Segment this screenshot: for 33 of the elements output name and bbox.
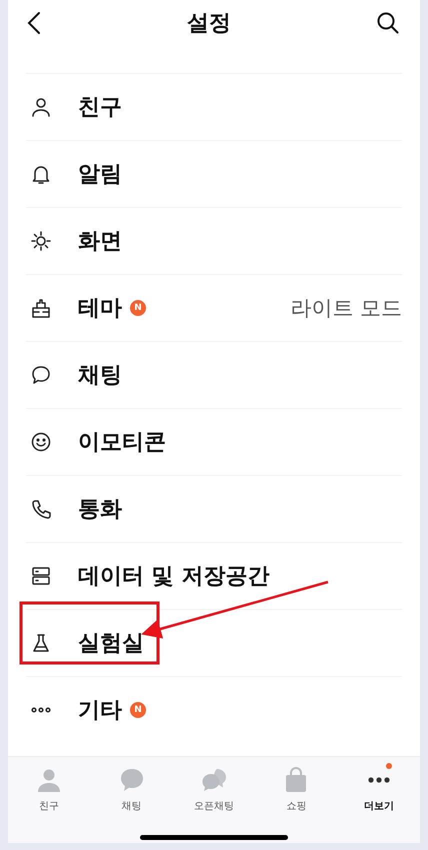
tab[interactable]: 더보기 — [338, 767, 420, 813]
item-label[interactable]: 실험실 — [78, 628, 144, 658]
new-badge: N — [130, 702, 146, 718]
item-value: 라이트 모드 — [290, 295, 402, 322]
server-icon — [30, 565, 52, 587]
chat-bubbles-icon — [201, 767, 228, 793]
tab[interactable]: 쇼핑 — [255, 767, 338, 813]
bubble-icon — [30, 364, 52, 386]
more-icon — [30, 707, 52, 713]
smile-icon — [30, 431, 52, 453]
tab[interactable]: 채팅 — [90, 767, 173, 813]
back-button[interactable] — [26, 11, 42, 35]
item-label[interactable]: 채팅 — [78, 360, 122, 390]
page-title: 설정 — [187, 10, 231, 38]
item-label[interactable]: 통화 — [78, 494, 122, 524]
new-badge: N — [130, 300, 146, 316]
tab[interactable]: 오픈채팅 — [172, 767, 256, 813]
item-label[interactable]: 기타 — [78, 695, 122, 725]
person-icon — [36, 767, 62, 793]
item-label[interactable]: 친구 — [78, 92, 122, 122]
phone-icon — [30, 498, 52, 520]
bubble-icon — [118, 767, 145, 793]
item-label[interactable]: 이모티콘 — [78, 427, 166, 457]
item-label[interactable]: 알림 — [78, 159, 122, 189]
search-button[interactable] — [376, 11, 400, 35]
more-icon — [368, 777, 390, 783]
sun-icon — [30, 230, 52, 252]
brush-icon — [30, 297, 52, 319]
item-label[interactable]: 테마 — [78, 293, 122, 323]
item-label[interactable]: 화면 — [78, 226, 122, 256]
tab[interactable]: 친구 — [8, 767, 90, 813]
person-icon — [30, 96, 52, 118]
item-label[interactable]: 데이터 및 저장공간 — [78, 561, 270, 591]
